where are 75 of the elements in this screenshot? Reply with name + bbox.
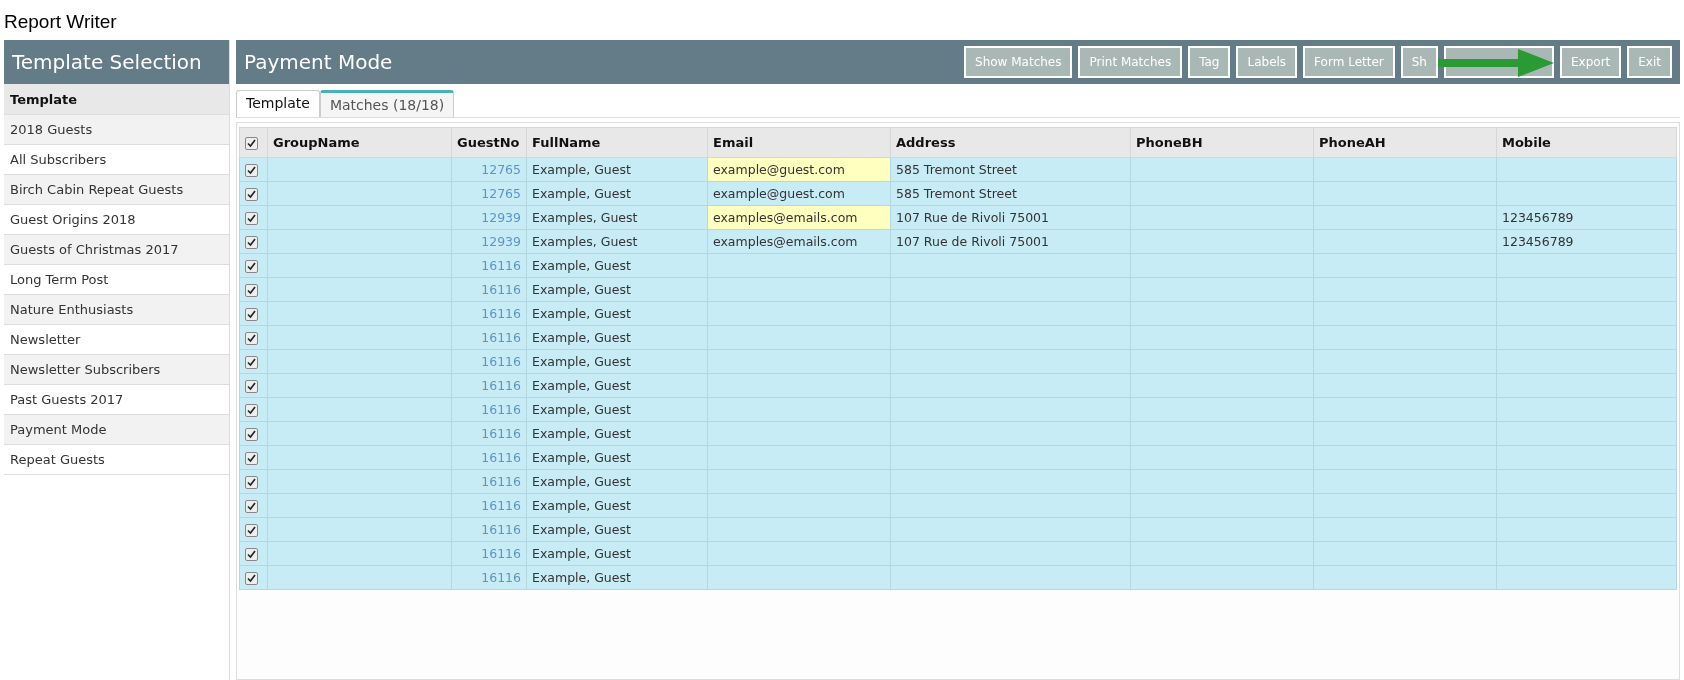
template-item[interactable]: Nature Enthusiasts [4,295,229,325]
table-cell: Example, Guest [532,474,631,489]
template-item[interactable]: 2018 Guests [4,115,229,145]
table-cell: examples@emails.com [713,234,858,249]
table-cell: Example, Guest [532,306,631,321]
table-cell: Examples, Guest [532,210,638,225]
tab[interactable]: Template [236,90,320,117]
checkbox[interactable] [245,164,258,177]
table-cell: Example, Guest [532,162,631,177]
checkbox[interactable] [245,476,258,489]
table-cell: Example, Guest [532,330,631,345]
toolbar-button[interactable]: Export [1560,46,1622,78]
table-cell: Example, Guest [532,450,631,465]
tab[interactable]: Matches (18/18) [319,90,455,117]
table-cell: Example, Guest [532,282,631,297]
checkbox[interactable] [245,404,258,417]
table-cell: Example, Guest [532,378,631,393]
table-cell: Example, Guest [532,258,631,273]
table-cell: 107 Rue de Rivoli 75001 [896,234,1050,249]
column-header: GuestNo [451,127,527,158]
toolbar-button[interactable]: Form Letter [1303,46,1395,78]
table-cell: Example, Guest [532,186,631,201]
list-header: Template [4,84,229,115]
column-header: Mobile [1496,127,1677,158]
checkbox[interactable] [245,428,258,441]
app-title: Report Writer [4,10,118,34]
column-header: PhoneAH [1313,127,1497,158]
table-cell: example@guest.com [713,186,845,201]
main-title: Payment Mode [244,50,393,74]
table-cell: 585 Tremont Street [896,186,1017,201]
toolbar-button[interactable]: Show Matches [964,46,1073,78]
table-cell: Example, Guest [532,354,631,369]
template-item[interactable]: Newsletter Subscribers [4,355,229,385]
table-cell: Example, Guest [532,426,631,441]
checkbox[interactable] [245,236,258,249]
column-header: Email [707,127,891,158]
table-cell: example@guest.com [713,162,845,177]
table-cell: 123456789 [1502,210,1574,225]
checkbox[interactable] [245,452,258,465]
table-cell: Example, Guest [532,570,631,585]
checkbox[interactable] [245,188,258,201]
checkbox[interactable] [245,284,258,297]
toolbar-button[interactable]: Print Matches [1078,46,1183,78]
sidebar-title: Template Selection [12,50,202,74]
table-cell: examples@emails.com [713,210,858,225]
template-item[interactable]: Birch Cabin Repeat Guests [4,175,229,205]
checkbox[interactable] [245,500,258,513]
toolbar-button[interactable]: Exit [1627,46,1672,78]
table-cell: 585 Tremont Street [896,162,1017,177]
table-cell: 123456789 [1502,234,1574,249]
column-header: FullName [526,127,708,158]
table-cell: Example, Guest [532,546,631,561]
template-item[interactable]: Payment Mode [4,415,229,445]
table-cell: Example, Guest [532,402,631,417]
table-cell: Example, Guest [532,498,631,513]
table-cell: 107 Rue de Rivoli 75001 [896,210,1050,225]
checkbox[interactable] [245,356,258,369]
column-header: Address [890,127,1131,158]
toolbar-button[interactable]: Tag [1188,46,1231,78]
checkbox[interactable] [245,380,258,393]
table-cell: Examples, Guest [532,234,638,249]
checkbox[interactable] [245,548,258,561]
toolbar-button[interactable]: Labels [1236,46,1298,78]
checkbox[interactable] [245,260,258,273]
column-header: PhoneBH [1130,127,1314,158]
toolbar-button[interactable]: Sh [1400,46,1438,78]
checkbox[interactable] [245,524,258,537]
checkbox[interactable] [245,308,258,321]
template-item[interactable]: Guests of Christmas 2017 [4,235,229,265]
checkbox[interactable] [245,572,258,585]
checkbox[interactable] [245,212,258,225]
table-cell: Example, Guest [532,522,631,537]
column-header: GroupName [267,127,452,158]
checkbox[interactable] [245,137,258,150]
checkbox[interactable] [245,332,258,345]
